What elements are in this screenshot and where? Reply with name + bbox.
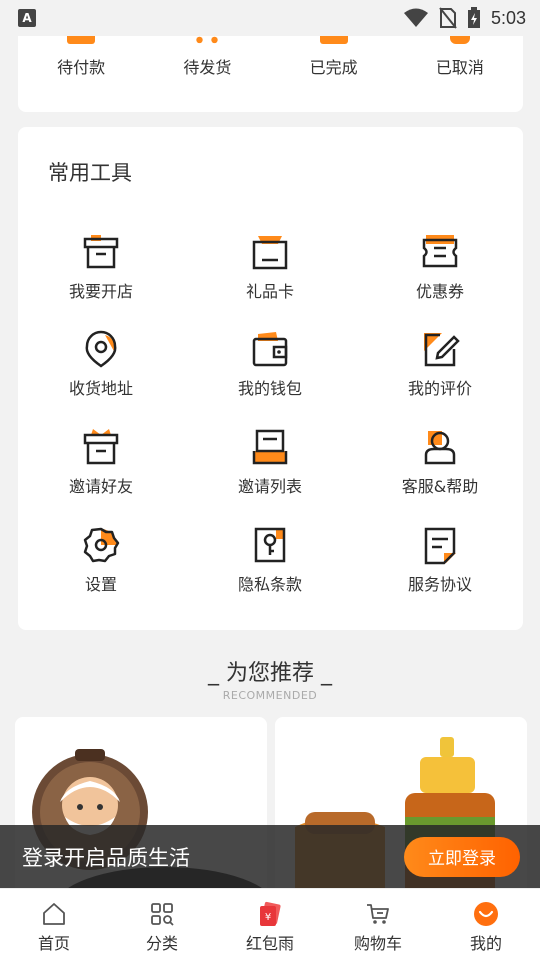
bottom-nav: 首页 分类 ¥ 红包雨 购物车 我的 [0,888,540,960]
home-icon [43,903,65,925]
tool-service-agreement[interactable]: 服务协议 [370,525,510,595]
tool-label: 我的评价 [407,379,472,398]
truck-icon [196,36,219,44]
order-label: 待付款 [57,58,106,77]
tool-invite-friends[interactable]: 邀请好友 [31,427,171,497]
login-prompt-text: 登录开启品质生活 [22,845,190,870]
agreement-doc-icon [424,527,456,565]
tool-label: 礼品卡 [245,282,294,301]
cancel-box-icon [449,36,470,44]
invite-gift-icon [83,429,119,465]
no-sim-icon [439,7,457,29]
nav-profile[interactable]: 我的 [432,889,540,960]
coupon-icon [422,235,458,268]
gear-icon [83,527,120,563]
order-label: 已取消 [435,58,484,77]
nav-category[interactable]: 分类 [108,889,216,960]
tool-label: 我要开店 [68,282,133,301]
tool-my-reviews[interactable]: 我的评价 [370,329,510,399]
tool-label: 邀请好友 [68,477,133,496]
order-label: 已完成 [309,58,358,77]
tool-label: 我的钱包 [237,379,302,398]
nav-home[interactable]: 首页 [0,889,108,960]
tool-shipping-address[interactable]: 收货地址 [31,329,171,399]
tool-label: 服务协议 [407,575,472,594]
tools-title: 常用工具 [48,161,132,185]
edit-review-icon [424,333,460,367]
location-pin-icon [85,330,117,368]
tool-invite-list[interactable]: 邀请列表 [200,427,340,497]
nav-label: 红包雨 [245,934,294,953]
clock: 5:03 [490,7,526,28]
gift-card-icon [252,236,288,270]
customer-service-icon [424,431,456,465]
tool-customer-service[interactable]: 客服&帮助 [370,427,510,497]
privacy-key-icon [254,527,286,563]
battery-charging-icon [467,7,480,28]
nav-label: 分类 [145,934,178,953]
nav-red-envelope-rain[interactable]: ¥ 红包雨 [216,889,324,960]
recommended-title: _ 为您推荐 _ [208,661,332,686]
tool-label: 客服&帮助 [401,477,479,496]
login-banner: 登录开启品质生活 立即登录 [0,825,540,888]
check-box-icon [319,36,348,44]
cart-icon [367,904,389,924]
tool-coupon[interactable]: 优惠券 [370,232,510,302]
nav-label: 首页 [37,934,70,953]
status-bar: A 5:03 [0,0,540,36]
wifi-icon [403,8,428,27]
tool-settings[interactable]: 设置 [31,525,171,595]
tool-label: 收货地址 [68,379,133,398]
nav-cart[interactable]: 购物车 [324,889,432,960]
store-box-icon [83,235,119,269]
app-notification-icon: A [18,9,36,27]
profile-smile-icon [474,902,498,926]
nav-label: 购物车 [353,934,402,953]
tool-open-store[interactable]: 我要开店 [31,232,171,302]
tool-gift-card[interactable]: 礼品卡 [200,232,340,302]
tool-label: 优惠券 [415,282,464,301]
recommended-subtitle: RECOMMENDED [222,689,318,702]
invite-list-icon [252,429,288,465]
tool-label: 设置 [84,575,117,594]
order-label: 待发货 [183,58,232,77]
tool-label: 隐私条款 [237,575,302,594]
wallet-icon [252,332,288,367]
red-envelope-icon: ¥ [260,901,281,926]
wallet-icon [67,36,96,44]
category-icon [151,903,174,926]
tool-label: 邀请列表 [237,477,302,496]
login-button[interactable]: 立即登录 [404,836,520,877]
tool-privacy-policy[interactable]: 隐私条款 [200,525,340,595]
svg-text:¥: ¥ [265,912,271,923]
nav-label: 我的 [469,934,502,953]
tool-my-wallet[interactable]: 我的钱包 [200,329,340,399]
tools-card: 常用工具 我要开店 礼品卡 优惠券 收货地址 我的钱包 我的评价 邀请好友 邀请… [18,127,523,630]
recommended-header: _ 为您推荐 _ RECOMMENDED [0,655,540,702]
